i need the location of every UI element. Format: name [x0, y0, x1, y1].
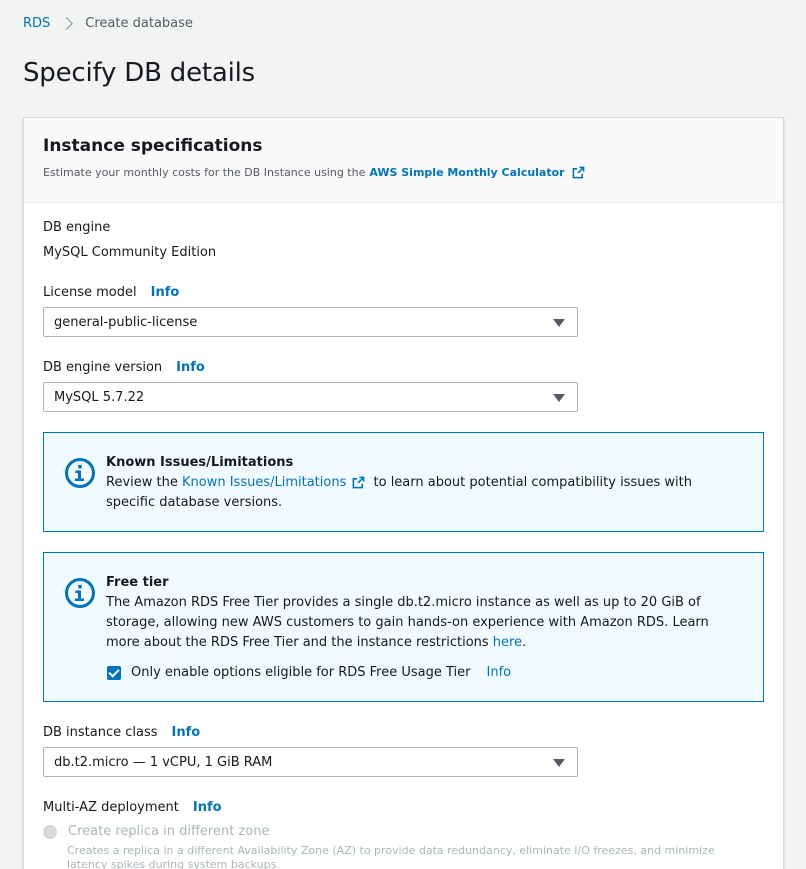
db-engine-label-text: DB engine — [43, 220, 111, 235]
license-model-select[interactable]: general-public-license — [43, 307, 578, 337]
license-model-label-text: License model — [43, 285, 137, 300]
multi-az-option-label: Create replica in different zone — [68, 824, 270, 839]
external-link-icon[interactable] — [572, 166, 585, 179]
free-tier-here-link[interactable]: here — [493, 635, 522, 650]
breadcrumb-rds-link[interactable]: RDS — [23, 16, 50, 31]
panel-description-text: Estimate your monthly costs for the DB I… — [43, 166, 366, 179]
info-circle-icon — [65, 458, 95, 488]
license-model-label: License model Info — [43, 285, 179, 300]
page-title: Specify DB details — [23, 58, 256, 88]
known-issues-title: Known Issues/Limitations — [106, 455, 294, 470]
instance-class-selected-value: db.t2.micro — 1 vCPU, 1 GiB RAM — [54, 754, 273, 770]
calculator-link[interactable]: AWS Simple Monthly Calculator — [369, 166, 564, 179]
license-model-info-link[interactable]: Info — [151, 285, 180, 300]
engine-version-selected-value: MySQL 5.7.22 — [54, 389, 145, 405]
instance-class-select[interactable]: db.t2.micro — 1 vCPU, 1 GiB RAM — [43, 747, 578, 777]
multi-az-option: Create replica in different zone — [43, 824, 269, 839]
known-issues-text: Review the Known Issues/Limitations to l… — [106, 473, 743, 513]
multi-az-radio[interactable] — [43, 824, 57, 839]
db-engine-label: DB engine — [43, 220, 110, 235]
instance-class-info-link[interactable]: Info — [172, 725, 201, 740]
breadcrumb-current: Create database — [85, 15, 193, 31]
free-tier-checkbox[interactable] — [107, 666, 121, 680]
instance-specifications-panel: Instance specifications Estimate your mo… — [23, 117, 784, 869]
caret-down-icon — [553, 319, 565, 327]
engine-version-info-link[interactable]: Info — [176, 360, 205, 375]
db-engine-value: MySQL Community Edition — [43, 245, 217, 260]
known-issues-alert: Known Issues/Limitations Review the Know… — [43, 432, 764, 532]
engine-version-label-text: DB engine version — [43, 360, 163, 375]
engine-version-label: DB engine version Info — [43, 360, 205, 375]
instance-class-label-text: DB instance class — [43, 725, 158, 740]
external-link-icon[interactable] — [352, 476, 365, 489]
free-tier-text: The Amazon RDS Free Tier provides a sing… — [106, 593, 743, 653]
panel-header: Instance specifications Estimate your mo… — [24, 118, 783, 203]
free-tier-title: Free tier — [106, 575, 169, 590]
multi-az-info-link[interactable]: Info — [193, 800, 222, 815]
known-issues-text-prefix: Review the — [106, 475, 178, 490]
engine-version-select[interactable]: MySQL 5.7.22 — [43, 382, 578, 412]
free-tier-alert: Free tier The Amazon RDS Free Tier provi… — [43, 552, 764, 702]
free-tier-body: Free tier The Amazon RDS Free Tier provi… — [106, 573, 743, 683]
panel-description: Estimate your monthly costs for the DB I… — [43, 166, 764, 179]
multi-az-label: Multi-AZ deployment Info — [43, 800, 222, 815]
caret-down-icon — [553, 394, 565, 402]
panel-title: Instance specifications — [43, 136, 263, 156]
chevron-right-icon — [60, 16, 74, 30]
known-issues-link[interactable]: Known Issues/Limitations — [182, 475, 346, 490]
info-circle-icon — [65, 578, 95, 608]
free-tier-period: . — [522, 635, 527, 650]
free-tier-description: The Amazon RDS Free Tier provides a sing… — [106, 595, 709, 650]
free-tier-info-link[interactable]: Info — [487, 663, 512, 683]
known-issues-body: Known Issues/Limitations Review the Know… — [106, 453, 743, 513]
multi-az-option-description: Creates a replica in a different Availab… — [67, 844, 715, 869]
free-tier-checkbox-label[interactable]: Only enable options eligible for RDS Fre… — [131, 663, 471, 683]
multi-az-label-text: Multi-AZ deployment — [43, 800, 179, 815]
breadcrumb: RDS Create database — [23, 13, 193, 33]
license-model-selected-value: general-public-license — [54, 314, 198, 330]
instance-class-label: DB instance class Info — [43, 725, 200, 740]
caret-down-icon — [553, 759, 565, 767]
free-tier-checkbox-row: Only enable options eligible for RDS Fre… — [106, 663, 743, 683]
